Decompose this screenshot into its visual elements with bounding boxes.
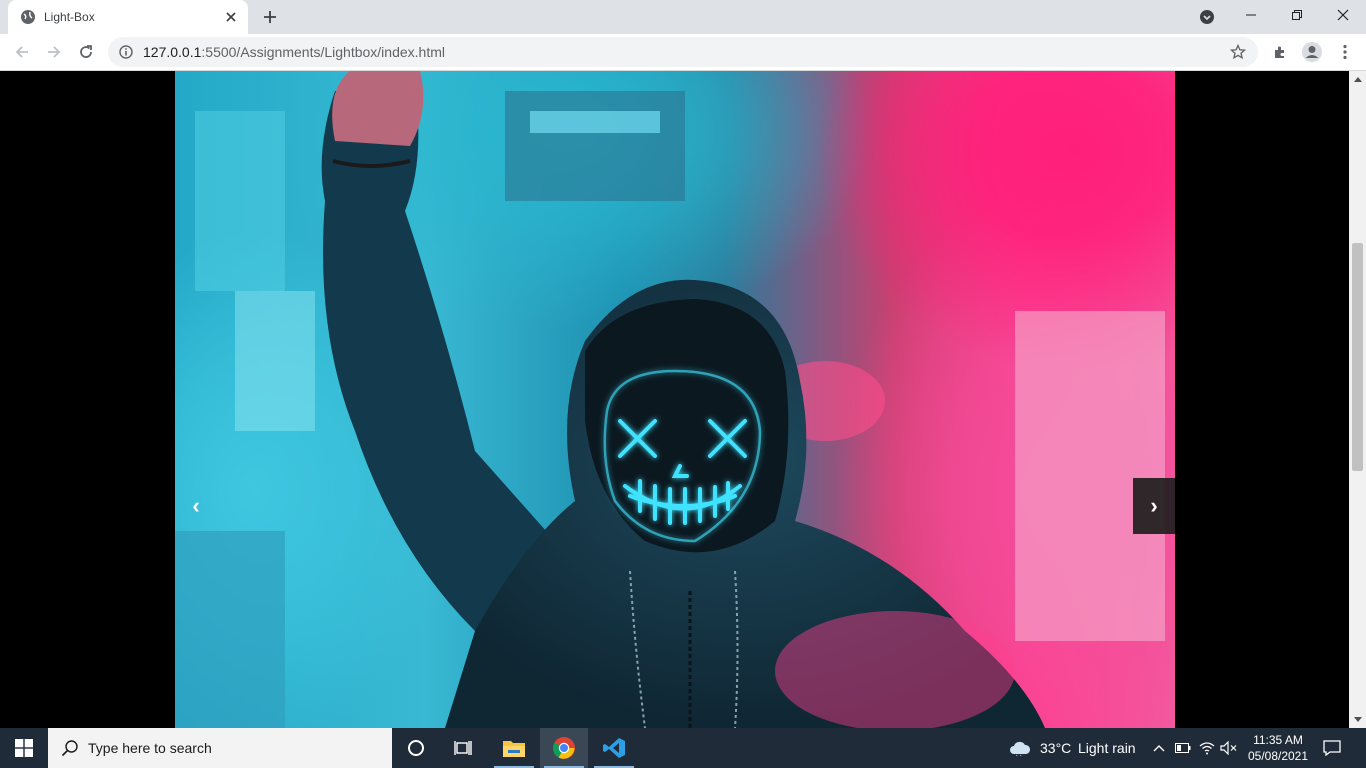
folder-icon (503, 741, 525, 757)
system-clock[interactable]: 11:35 AM 05/08/2021 (1242, 732, 1314, 764)
tab-search-icon[interactable] (1196, 6, 1218, 28)
scrollbar-thumb[interactable] (1352, 243, 1363, 471)
taskbar-search-box[interactable]: Type here to search (48, 728, 392, 768)
globe-icon (20, 9, 36, 25)
close-window-button[interactable] (1320, 0, 1366, 30)
bookmark-star-icon[interactable] (1228, 42, 1248, 62)
weather-temperature[interactable]: 33°C (1040, 740, 1071, 756)
site-info-icon[interactable] (118, 44, 134, 60)
windows-logo-icon (15, 739, 33, 757)
url-text: 127.0.0.1:5500/Assignments/Lightbox/inde… (143, 44, 1228, 60)
vertical-scrollbar[interactable] (1349, 71, 1366, 728)
weather-cloud-icon[interactable] (1009, 738, 1031, 758)
forward-button[interactable] (40, 38, 68, 66)
browser-toolbar: 127.0.0.1:5500/Assignments/Lightbox/inde… (0, 34, 1366, 71)
battery-icon[interactable] (1173, 738, 1193, 758)
profile-avatar-icon[interactable] (1300, 40, 1324, 64)
clock-time: 11:35 AM (1253, 733, 1303, 747)
minimize-button[interactable] (1228, 0, 1274, 30)
windows-taskbar: Type here to search 33°C Light rain 11:3… (0, 728, 1366, 768)
reload-button[interactable] (72, 38, 100, 66)
scroll-up-arrow-icon[interactable] (1349, 71, 1366, 87)
tab-light-box[interactable]: Light-Box (8, 0, 248, 34)
volume-muted-icon[interactable] (1219, 738, 1239, 758)
notification-center-icon[interactable] (1320, 738, 1344, 758)
back-button[interactable] (8, 38, 36, 66)
show-hidden-icons-chevron-icon[interactable] (1149, 738, 1169, 758)
extensions-icon[interactable] (1268, 40, 1292, 64)
next-image-button[interactable]: › (1133, 478, 1175, 534)
task-view-button[interactable] (440, 728, 488, 768)
search-placeholder: Type here to search (88, 740, 212, 756)
weather-condition[interactable]: Light rain (1078, 740, 1136, 756)
tab-strip: Light-Box (0, 0, 1366, 34)
file-explorer-app[interactable] (490, 728, 538, 768)
tab-title: Light-Box (44, 10, 95, 24)
clock-date: 05/08/2021 (1247, 749, 1309, 763)
chrome-icon (553, 737, 575, 759)
restore-button[interactable] (1274, 0, 1320, 30)
cortana-circle-icon (408, 740, 424, 756)
url-host: 127.0.0.1 (143, 44, 202, 60)
url-path: :5500/Assignments/Lightbox/index.html (201, 44, 445, 60)
chrome-app[interactable] (540, 728, 588, 768)
cortana-button[interactable] (392, 728, 440, 768)
address-bar[interactable]: 127.0.0.1:5500/Assignments/Lightbox/inde… (108, 37, 1258, 67)
wifi-icon[interactable] (1197, 738, 1217, 758)
new-tab-button[interactable] (258, 6, 282, 28)
search-icon (60, 738, 80, 758)
page-viewport: ‹ › (0, 71, 1349, 728)
scroll-down-arrow-icon[interactable] (1349, 712, 1366, 728)
task-view-icon (454, 741, 472, 755)
neon-mask-illustration (175, 71, 1165, 728)
browser-menu-icon[interactable] (1333, 40, 1357, 64)
start-button[interactable] (0, 728, 48, 768)
vscode-app[interactable] (590, 728, 638, 768)
lightbox-image (175, 71, 1175, 728)
tab-close-icon[interactable] (222, 8, 240, 26)
vscode-icon (603, 738, 625, 758)
previous-image-button[interactable]: ‹ (175, 478, 217, 534)
